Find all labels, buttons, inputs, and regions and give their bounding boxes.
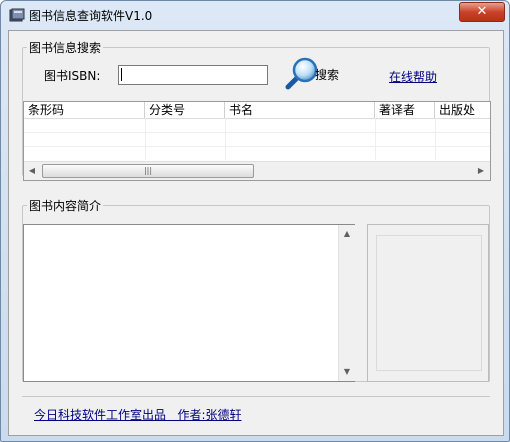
scroll-left-icon[interactable]: ◀ xyxy=(25,164,39,178)
online-help-link[interactable]: 在线帮助 xyxy=(389,68,437,85)
text-caret xyxy=(121,68,122,81)
search-button[interactable]: 搜索 xyxy=(285,56,347,90)
scroll-right-icon[interactable]: ▶ xyxy=(474,164,488,178)
column-header-author[interactable]: 著译者 xyxy=(375,102,435,118)
vertical-scrollbar[interactable]: ▲ ▼ xyxy=(338,225,355,381)
column-divider xyxy=(375,118,376,160)
cover-image-panel xyxy=(367,224,489,382)
isbn-input[interactable] xyxy=(118,65,268,85)
scroll-up-icon[interactable]: ▲ xyxy=(339,226,355,242)
horizontal-scroll-thumb[interactable]: ||| xyxy=(42,164,254,178)
book-app-icon xyxy=(9,8,25,22)
column-divider xyxy=(225,118,226,160)
close-button[interactable]: ✕ xyxy=(459,2,505,22)
app-window: 图书信息查询软件V1.0 ✕ 图书信息搜索 图书ISBN: 搜索 在线帮助 条形… xyxy=(0,0,510,442)
credits-link[interactable]: 今日科技软件工作室出品 作者:张德轩 xyxy=(34,406,242,423)
title-bar[interactable]: 图书信息查询软件V1.0 ✕ xyxy=(1,1,509,29)
table-row-divider xyxy=(24,146,490,147)
column-header-class-number[interactable]: 分类号 xyxy=(145,102,225,118)
window-title: 图书信息查询软件V1.0 xyxy=(29,9,153,23)
table-header: 条形码 分类号 书名 著译者 出版处 xyxy=(24,102,490,119)
column-header-barcode[interactable]: 条形码 xyxy=(24,102,145,118)
intro-textarea[interactable]: ▲ ▼ xyxy=(23,224,355,382)
footer-divider xyxy=(22,396,490,397)
results-table[interactable]: 条形码 分类号 书名 著译者 出版处 ◀ ||| ▶ xyxy=(23,101,491,181)
column-divider xyxy=(435,118,436,160)
close-icon: ✕ xyxy=(476,4,488,19)
table-row-divider xyxy=(24,132,490,133)
magnifier-icon xyxy=(285,57,318,90)
horizontal-scrollbar[interactable]: ◀ ||| ▶ xyxy=(24,161,490,180)
column-divider xyxy=(145,118,146,160)
search-group-title: 图书信息搜索 xyxy=(29,41,102,55)
cover-image-frame xyxy=(376,235,482,371)
column-header-title[interactable]: 书名 xyxy=(225,102,375,118)
column-header-publisher[interactable]: 出版处 xyxy=(435,102,490,118)
scroll-down-icon[interactable]: ▼ xyxy=(339,364,355,380)
intro-group-title: 图书内容简介 xyxy=(29,199,102,213)
client-area: 图书信息搜索 图书ISBN: 搜索 在线帮助 条形码 分类号 书名 著译者 出版… xyxy=(8,30,504,436)
isbn-label: 图书ISBN: xyxy=(44,69,101,83)
search-label: 搜索 xyxy=(315,68,340,82)
